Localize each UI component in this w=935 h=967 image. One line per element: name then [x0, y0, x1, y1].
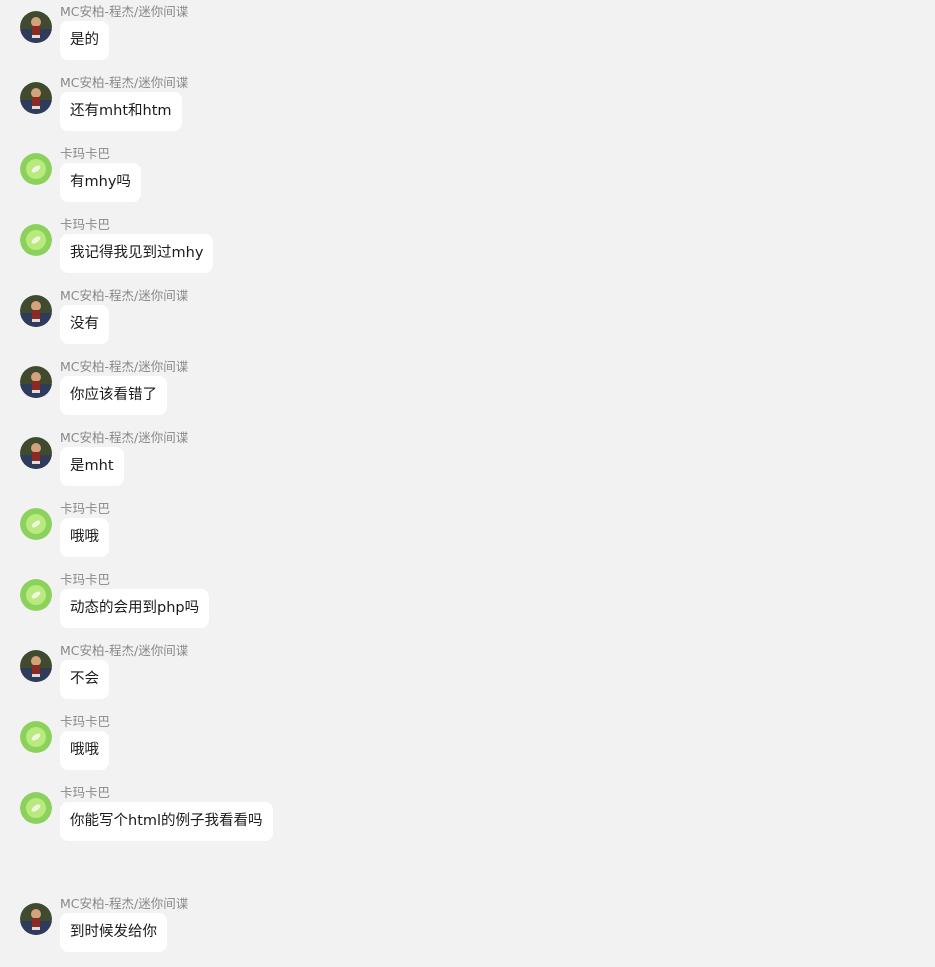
- message-bubble[interactable]: 没有: [60, 305, 109, 344]
- green-leaf-avatar-icon[interactable]: [20, 508, 52, 540]
- dark-character-avatar-icon[interactable]: [20, 82, 52, 114]
- green-leaf-avatar-icon[interactable]: [20, 721, 52, 753]
- sender-name: MC安柏-程杰/迷你间谍: [60, 430, 189, 445]
- message-bubble[interactable]: 哦哦: [60, 518, 109, 557]
- message-bubble[interactable]: 是mht: [60, 447, 124, 486]
- sender-name: MC安柏-程杰/迷你间谍: [60, 359, 189, 374]
- message-bubble[interactable]: 你应该看错了: [60, 376, 167, 415]
- sender-name: MC安柏-程杰/迷你间谍: [60, 75, 189, 90]
- green-leaf-avatar-icon[interactable]: [20, 579, 52, 611]
- dark-character-avatar-icon[interactable]: [20, 903, 52, 935]
- sender-name: 卡玛卡巴: [60, 785, 111, 800]
- green-leaf-avatar-icon[interactable]: [20, 792, 52, 824]
- chat-message-list[interactable]: MC安柏-程杰/迷你间谍 是的 MC安柏-程杰/迷你间谍 还有mht和htm 卡…: [0, 0, 935, 967]
- sender-name: MC安柏-程杰/迷你间谍: [60, 288, 189, 303]
- message-bubble[interactable]: 我记得我见到过mhy: [60, 234, 214, 273]
- sender-name: 卡玛卡巴: [60, 217, 111, 232]
- message-bubble[interactable]: 是的: [60, 21, 109, 60]
- message-bubble[interactable]: 有mhy吗: [60, 163, 141, 202]
- message-bubble[interactable]: 你能写个html的例子我看看吗: [60, 802, 273, 841]
- sender-name: 卡玛卡巴: [60, 714, 111, 729]
- sender-name: MC安柏-程杰/迷你间谍: [60, 896, 189, 911]
- message-bubble[interactable]: 动态的会用到php吗: [60, 589, 210, 628]
- message-bubble[interactable]: 哦哦: [60, 731, 109, 770]
- sender-name: 卡玛卡巴: [60, 501, 111, 516]
- dark-character-avatar-icon[interactable]: [20, 366, 52, 398]
- dark-character-avatar-icon[interactable]: [20, 295, 52, 327]
- green-leaf-avatar-icon[interactable]: [20, 153, 52, 185]
- sender-name: MC安柏-程杰/迷你间谍: [60, 4, 189, 19]
- sender-name: MC安柏-程杰/迷你间谍: [60, 643, 189, 658]
- green-leaf-avatar-icon[interactable]: [20, 224, 52, 256]
- sender-name: 卡玛卡巴: [60, 146, 111, 161]
- message-bubble[interactable]: 还有mht和htm: [60, 92, 182, 131]
- dark-character-avatar-icon[interactable]: [20, 437, 52, 469]
- dark-character-avatar-icon[interactable]: [20, 650, 52, 682]
- sender-name: 卡玛卡巴: [60, 572, 111, 587]
- message-bubble[interactable]: 到时候发给你: [60, 913, 167, 952]
- message-bubble[interactable]: 不会: [60, 660, 109, 699]
- dark-character-avatar-icon[interactable]: [20, 11, 52, 43]
